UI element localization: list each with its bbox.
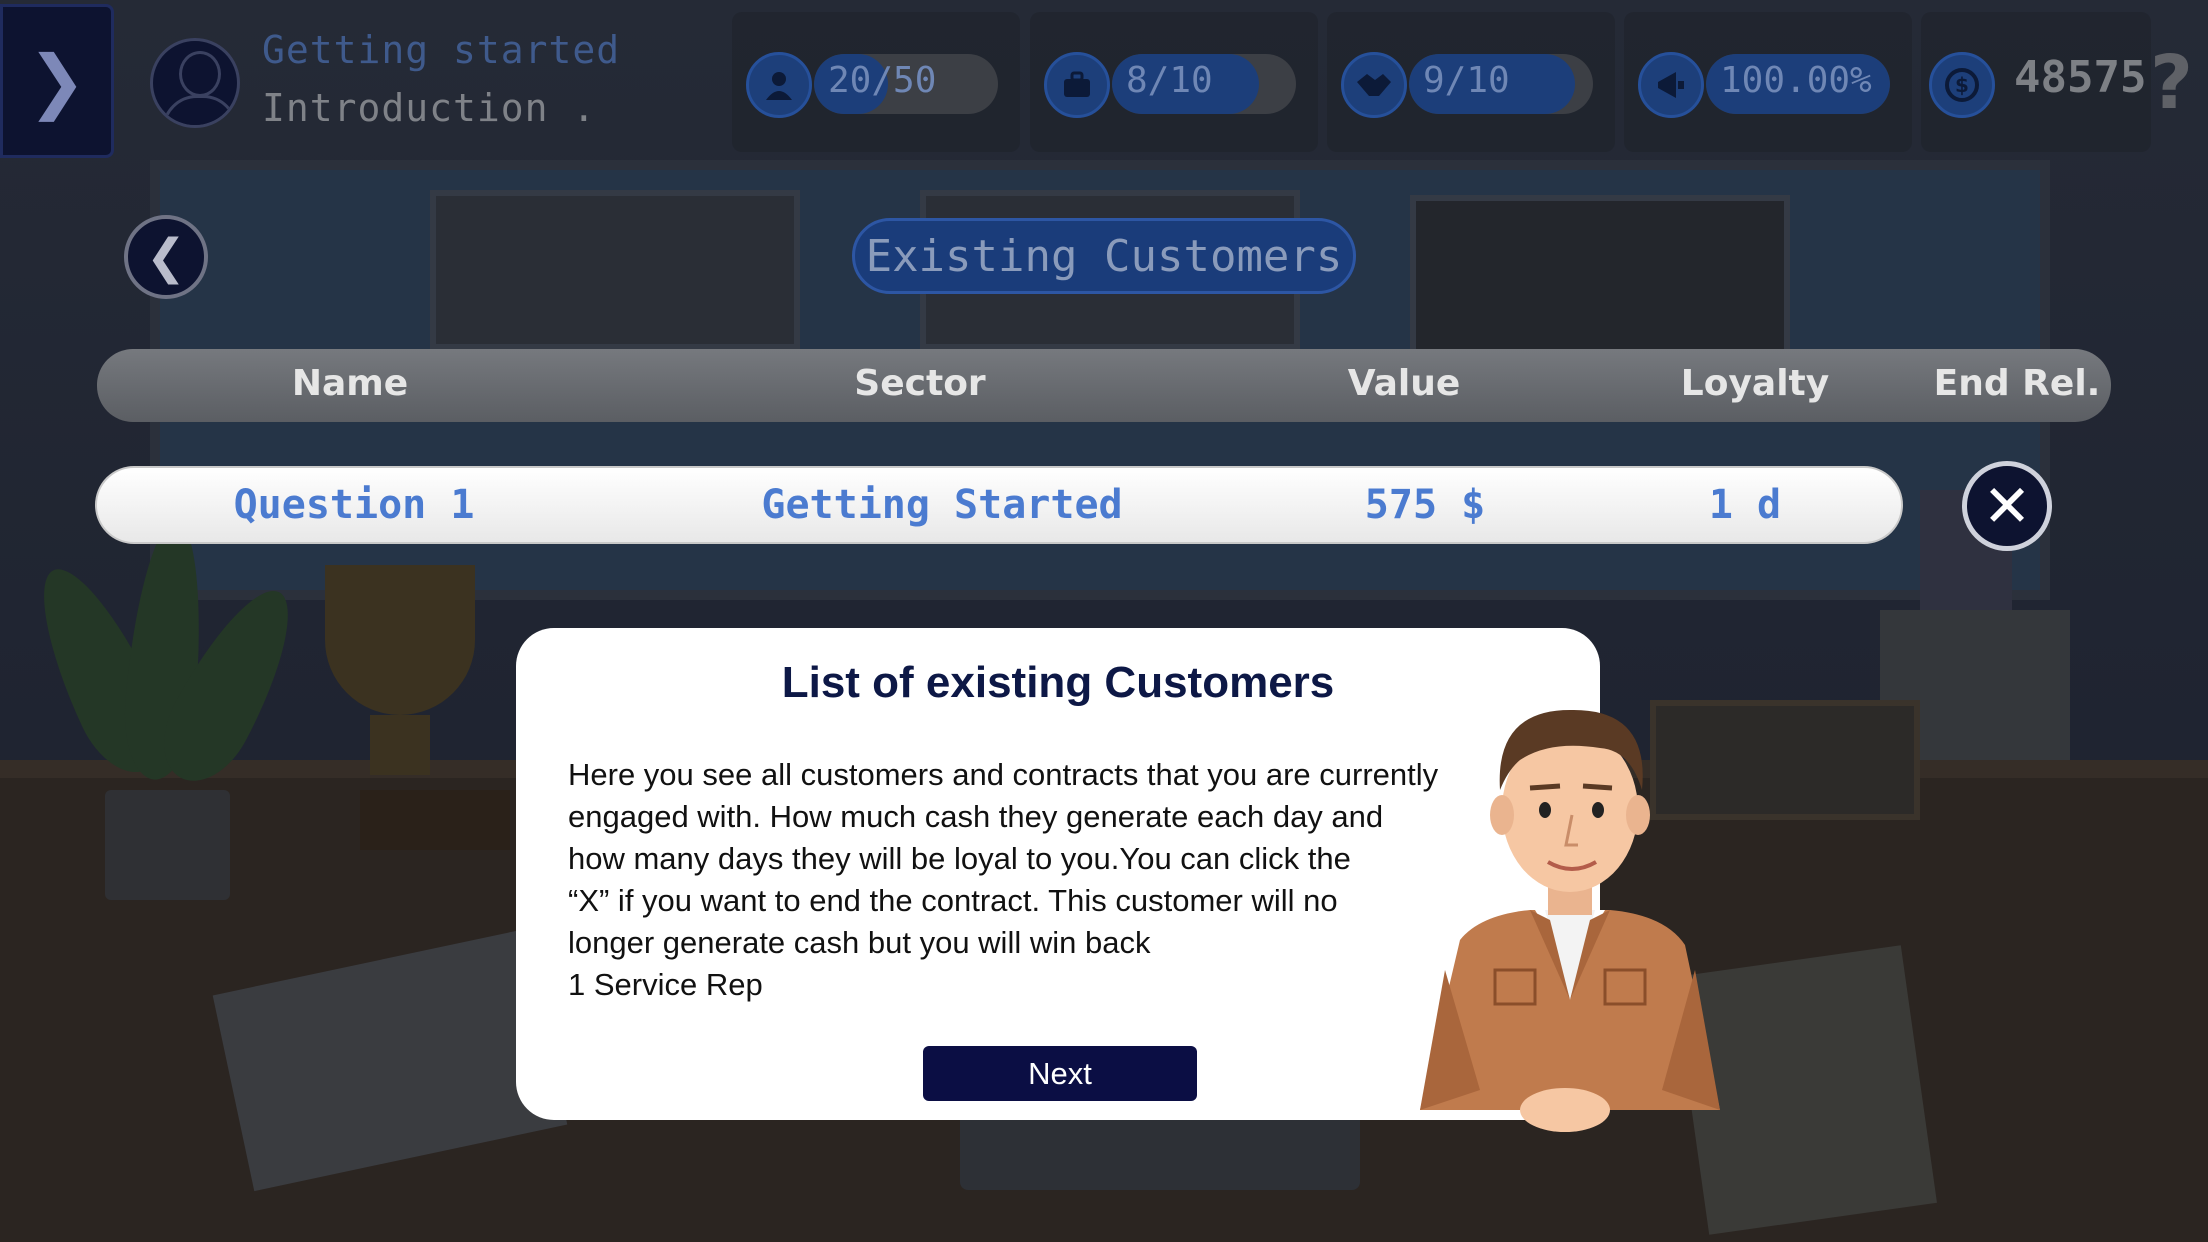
- stat-projects: 8/10: [1030, 12, 1318, 152]
- trophy-plinth: [360, 790, 510, 850]
- megaphone-icon: [1638, 52, 1704, 118]
- chevron-left-icon: ❮: [145, 229, 187, 285]
- coin-icon: $: [1929, 52, 1995, 118]
- row-sector: Getting Started: [761, 482, 1123, 528]
- column-value: Value: [1347, 363, 1461, 404]
- dialog-line: how many days they will be loyal to you.…: [568, 841, 1351, 876]
- level-subtitle: Introduction .: [262, 86, 597, 130]
- stat-bar: 9/10: [1409, 54, 1593, 114]
- plant-pot: [105, 790, 230, 900]
- stat-employees: 20/50: [732, 12, 1020, 152]
- stat-value: 20/50: [828, 60, 937, 101]
- close-icon: ✕: [1982, 472, 2032, 540]
- stat-value: 9/10: [1423, 60, 1510, 101]
- table-header: Name Sector Value Loyalty End Rel.: [97, 349, 2111, 422]
- level-title: Getting started: [262, 28, 621, 72]
- player-avatar: [150, 38, 240, 128]
- stat-bar: 100.00%: [1706, 54, 1890, 114]
- dialog-body: Here you see all customers and contracts…: [568, 754, 1508, 1006]
- briefcase-icon: [1044, 52, 1110, 118]
- org-chart-board: [430, 190, 800, 350]
- column-loyalty: Loyalty: [1680, 363, 1830, 404]
- stat-customers: 9/10: [1327, 12, 1615, 152]
- chevron-right-icon: ❯: [27, 40, 87, 122]
- dialog-line: engaged with. How much cash they generat…: [568, 799, 1384, 834]
- stat-marketing: 100.00%: [1624, 12, 1912, 152]
- stat-value: 100.00%: [1720, 60, 1872, 101]
- stat-bar: 8/10: [1112, 54, 1296, 114]
- column-end-relation: End Rel.: [1933, 363, 2101, 404]
- dialog-line: Here you see all customers and contracts…: [568, 757, 1439, 792]
- stock-board: [1410, 195, 1790, 355]
- row-name: Question 1: [233, 482, 475, 528]
- help-button[interactable]: ?: [2150, 40, 2193, 126]
- dialog-line: “X” if you want to end the contract. Thi…: [568, 883, 1338, 918]
- row-value: 575 $: [1364, 482, 1486, 528]
- trophy: [325, 565, 475, 715]
- open-menu-button[interactable]: ❯: [0, 4, 114, 158]
- next-button[interactable]: Next: [923, 1046, 1197, 1101]
- back-button[interactable]: ❮: [124, 215, 208, 299]
- column-sector: Sector: [854, 363, 986, 404]
- handshake-icon: [1341, 52, 1407, 118]
- stat-bar: 20/50: [814, 54, 998, 114]
- table-row: Question 1 Getting Started 575 $ 1 d: [95, 466, 1903, 544]
- column-name: Name: [291, 363, 409, 404]
- trophy-stem: [370, 715, 430, 775]
- end-contract-button[interactable]: ✕: [1962, 461, 2052, 551]
- money-value: 48575: [2014, 52, 2147, 103]
- avatar-head-icon: [179, 51, 221, 97]
- row-loyalty: 1 d: [1708, 482, 1782, 528]
- screen-title: Existing Customers: [852, 218, 1356, 294]
- svg-text:$: $: [1955, 73, 1969, 97]
- mentor-character: [1420, 709, 1720, 1132]
- avatar-body-icon: [162, 95, 237, 125]
- dialog-line: longer generate cash but you will win ba…: [568, 925, 1151, 960]
- person-icon: [746, 52, 812, 118]
- dialog-line: 1 Service Rep: [568, 967, 763, 1002]
- stat-value: 8/10: [1126, 60, 1213, 101]
